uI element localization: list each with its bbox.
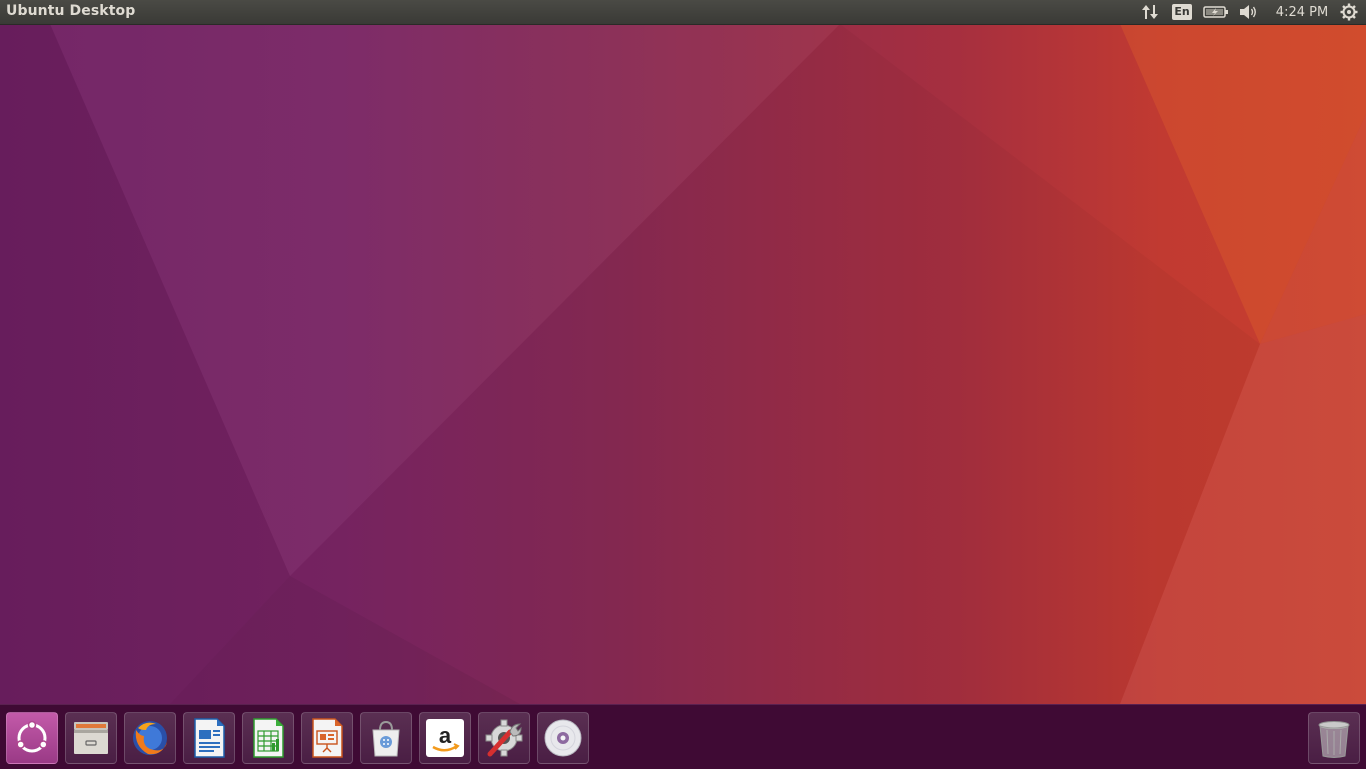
gear-icon [1340, 3, 1358, 21]
libreoffice-calc-launcher-button[interactable] [242, 712, 294, 764]
optical-disc-launcher-button[interactable] [537, 712, 589, 764]
keyboard-layout-label: En [1172, 4, 1192, 20]
session-indicator[interactable] [1338, 0, 1360, 24]
clock-indicator[interactable]: 4:24 PM [1270, 0, 1334, 24]
spreadsheet-icon [253, 718, 284, 758]
top-panel: Ubuntu Desktop En 4:24 PM [0, 0, 1366, 25]
trash-launcher-button[interactable] [1308, 712, 1360, 764]
clock-label: 4:24 PM [1275, 4, 1329, 20]
disc-icon [544, 719, 582, 757]
battery-icon [1203, 6, 1228, 18]
svg-text:a: a [439, 723, 452, 748]
keyboard-layout-indicator[interactable]: En [1172, 0, 1192, 24]
file-cabinet-icon [74, 722, 108, 754]
firefox-icon [133, 721, 167, 755]
presentation-icon [312, 718, 343, 758]
network-transfer-icon [1142, 5, 1158, 19]
amazon-icon: a [426, 719, 464, 757]
battery-indicator[interactable] [1203, 0, 1229, 24]
shopping-bag-icon [372, 720, 400, 757]
settings-wrench-icon [485, 719, 523, 757]
firefox-launcher-button[interactable] [124, 712, 176, 764]
ubuntu-software-launcher-button[interactable] [360, 712, 412, 764]
sound-indicator[interactable] [1238, 0, 1260, 24]
desktop-wallpaper [0, 24, 1366, 704]
ubuntu-logo-icon [16, 720, 48, 753]
libreoffice-writer-launcher-button[interactable] [183, 712, 235, 764]
files-launcher-button[interactable] [65, 712, 117, 764]
volume-icon [1240, 5, 1256, 19]
wallpaper-shapes [0, 24, 1366, 704]
document-icon [194, 718, 225, 758]
system-settings-launcher-button[interactable] [478, 712, 530, 764]
panel-window-title: Ubuntu Desktop [6, 3, 136, 19]
libreoffice-impress-launcher-button[interactable] [301, 712, 353, 764]
launcher: a [0, 704, 1366, 769]
trash-icon [1318, 721, 1350, 758]
dash-home-button[interactable] [6, 712, 58, 764]
network-indicator[interactable] [1139, 0, 1161, 24]
amazon-launcher-button[interactable]: a [419, 712, 471, 764]
